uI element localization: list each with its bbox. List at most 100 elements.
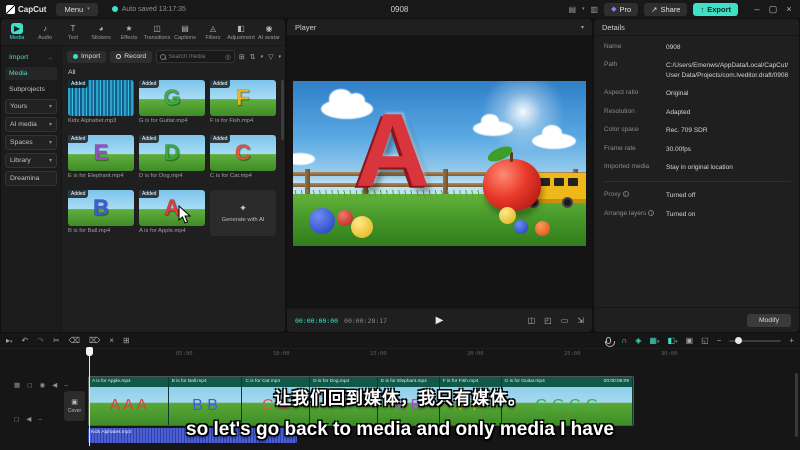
tab-transitions[interactable]: ◫ Transitions — [143, 23, 171, 41]
tab-adjustment[interactable]: ◧ Adjustment — [227, 23, 255, 41]
media-item-f-fish[interactable]: Added F F is for Fish.mp4 — [210, 80, 276, 124]
aspect-ratio-icon[interactable]: ▭ — [561, 316, 569, 325]
grid-view-icon[interactable]: ⊞ — [239, 53, 245, 61]
added-badge: Added — [68, 80, 89, 88]
filter-all-label[interactable]: All — [68, 69, 76, 76]
sidebar-item-import[interactable]: Import → — [5, 51, 57, 64]
audio-thumbnail[interactable]: Added — [68, 80, 134, 116]
export-icon: ↑ — [700, 4, 705, 14]
media-item-g-guitar[interactable]: Added G G is for Guitar.mp4 — [139, 80, 205, 124]
tab-text[interactable]: T Text — [59, 23, 87, 41]
video-thumbnail[interactable]: Added A — [139, 190, 205, 226]
sort-chevron-icon[interactable]: ▾ — [261, 54, 264, 60]
media-item-kids-alphabet[interactable]: Added Kids Alphabet.mp3 — [68, 80, 134, 124]
layout-chevron-icon[interactable]: ▾ — [582, 6, 585, 12]
timeline-zoom-slider[interactable] — [729, 337, 782, 344]
sidebar-item-library[interactable]: Library ▾ — [5, 153, 57, 168]
media-item-a-apple[interactable]: Added A A is for Apple.mp4 — [139, 190, 205, 236]
capcut-logo: CapCut — [6, 4, 46, 14]
export-button[interactable]: ↑ Export — [693, 2, 738, 16]
search-input[interactable] — [168, 53, 209, 60]
video-thumbnail[interactable]: Added F — [210, 80, 276, 116]
sidebar-item-yours[interactable]: Yours ▾ — [5, 99, 57, 114]
detail-row-name: Name 0908 — [604, 43, 681, 51]
search-box[interactable]: ◎ — [156, 50, 235, 63]
import-button[interactable]: Import — [67, 50, 107, 63]
sidebar-item-media[interactable]: Media — [5, 67, 57, 80]
split-icon[interactable]: ✂ — [53, 336, 60, 345]
autosave-text: Auto saved 13:17:35 — [121, 5, 186, 13]
video-thumbnail[interactable]: Added B — [68, 190, 134, 226]
voiceover-mic-icon[interactable] — [604, 337, 615, 347]
close-button[interactable]: × — [782, 4, 796, 15]
redo-icon[interactable]: ↷ — [37, 336, 44, 345]
maximize-button[interactable]: ▢ — [766, 4, 780, 15]
record-button[interactable]: Record — [110, 50, 153, 63]
modify-button[interactable]: Modify — [746, 313, 791, 327]
fullscreen-icon[interactable]: ⇲ — [577, 316, 584, 325]
details-panel: Details Name 0908 Path C:/Users/Emenws/App… — [594, 19, 799, 332]
pro-button[interactable]: ◆ Pro — [604, 2, 639, 16]
tab-stickers[interactable]: ◕ Stickers — [87, 23, 115, 41]
tab-effects[interactable]: ★ Effects — [115, 23, 143, 41]
mirror-preview-icon[interactable]: ◫ — [528, 316, 536, 325]
video-thumbnail[interactable]: Added E — [68, 135, 134, 171]
sidebar-item-dreamina[interactable]: Dreamina — [5, 171, 57, 186]
generate-with-ai-button[interactable]: ✦ Generate with AI — [210, 190, 276, 236]
zoom-fit-icon[interactable]: ◱ — [701, 336, 709, 345]
delete-left-icon[interactable]: ⌫ — [69, 336, 80, 345]
subtitle-english: so let's go back to media and only media… — [186, 419, 614, 440]
ai-avatar-icon: ◉ — [265, 24, 273, 33]
zoom-in-icon[interactable]: + — [789, 336, 794, 345]
media-item-d-dog[interactable]: Added D D is for Dog.mp4 — [139, 135, 205, 179]
player-menu-icon[interactable]: ▾ — [581, 24, 584, 31]
autosave-status: Auto saved 13:17:35 — [111, 5, 186, 13]
media-item-c-cat[interactable]: Added C C is for Cat.mp4 — [210, 135, 276, 179]
media-item-e-elephant[interactable]: Added E E is for Elephant.mp4 — [68, 135, 134, 179]
undo-icon[interactable]: ↶ — [22, 336, 29, 345]
autoscroll-icon[interactable]: ▦▾ — [649, 336, 659, 345]
sidebar-item-spaces[interactable]: Spaces ▾ — [5, 135, 57, 150]
menu-button[interactable]: Menu ▾ — [56, 2, 98, 16]
sidebar-item-subprojects[interactable]: Subprojects — [5, 83, 57, 96]
sort-icon[interactable]: ⇅ — [250, 53, 256, 61]
magnetic-snap-icon[interactable]: ∩ — [621, 336, 627, 345]
delete-right-icon[interactable]: ⌦ — [89, 336, 100, 345]
layout-toggle-icon[interactable]: ▤ — [568, 5, 576, 14]
snapshot-icon[interactable]: ▣ — [686, 336, 694, 345]
select-tool-icon[interactable]: ▸▾ — [6, 336, 13, 345]
filter-icon[interactable]: ▽ — [268, 53, 273, 61]
tab-filters[interactable]: ◬ Filters — [199, 23, 227, 41]
tab-media[interactable]: ▶ Media — [3, 23, 31, 41]
duration: 00:00:28:17 — [344, 316, 388, 325]
video-thumbnail[interactable]: Added C — [210, 135, 276, 171]
panel-layout-icon[interactable]: ▥ — [591, 5, 599, 14]
expand-preview-icon[interactable]: ◰ — [544, 316, 552, 325]
media-library: Import Record ◎ ⊞ ⇅ ▾ ▽ ▾ All — [62, 46, 285, 332]
timeline-ruler[interactable]: 05:00 10:00 15:00 20:00 25:00 30:00 — [0, 349, 800, 361]
share-label: Share — [660, 4, 681, 14]
play-button[interactable]: ▶ — [436, 315, 444, 326]
zoom-slider-handle[interactable] — [735, 337, 743, 344]
preview-axis-icon[interactable]: ◧▾ — [667, 336, 677, 345]
tab-audio[interactable]: ♪ Audio — [31, 23, 59, 41]
media-item-b-ball[interactable]: Added B B is for Ball.mp4 — [68, 190, 134, 236]
tab-ai-avatar[interactable]: ◉ AI avatar — [255, 23, 283, 41]
video-thumbnail[interactable]: Added D — [139, 135, 205, 171]
search-by-image-icon[interactable]: ◎ — [225, 53, 231, 61]
minimize-button[interactable]: – — [750, 4, 764, 15]
crop-icon[interactable]: ⊞ — [123, 336, 130, 345]
link-clips-icon[interactable]: ◈ — [635, 336, 641, 345]
video-thumbnail[interactable]: Added G — [139, 80, 205, 116]
current-time: 00:00:00:00 — [295, 316, 339, 325]
filter-chevron-icon[interactable]: ▾ — [278, 54, 281, 60]
video-preview[interactable]: A — [293, 81, 586, 246]
media-scrollbar[interactable] — [281, 80, 284, 140]
autosave-dot-icon — [111, 6, 118, 12]
share-button[interactable]: ↗ Share — [644, 2, 688, 16]
sidebar-item-ai-media[interactable]: AI media ▾ — [5, 117, 57, 132]
zoom-out-icon[interactable]: − — [717, 336, 722, 345]
delete-icon[interactable]: × — [109, 336, 114, 345]
info-icon: i — [622, 191, 629, 198]
tab-captions[interactable]: ▤ Captions — [171, 23, 199, 41]
